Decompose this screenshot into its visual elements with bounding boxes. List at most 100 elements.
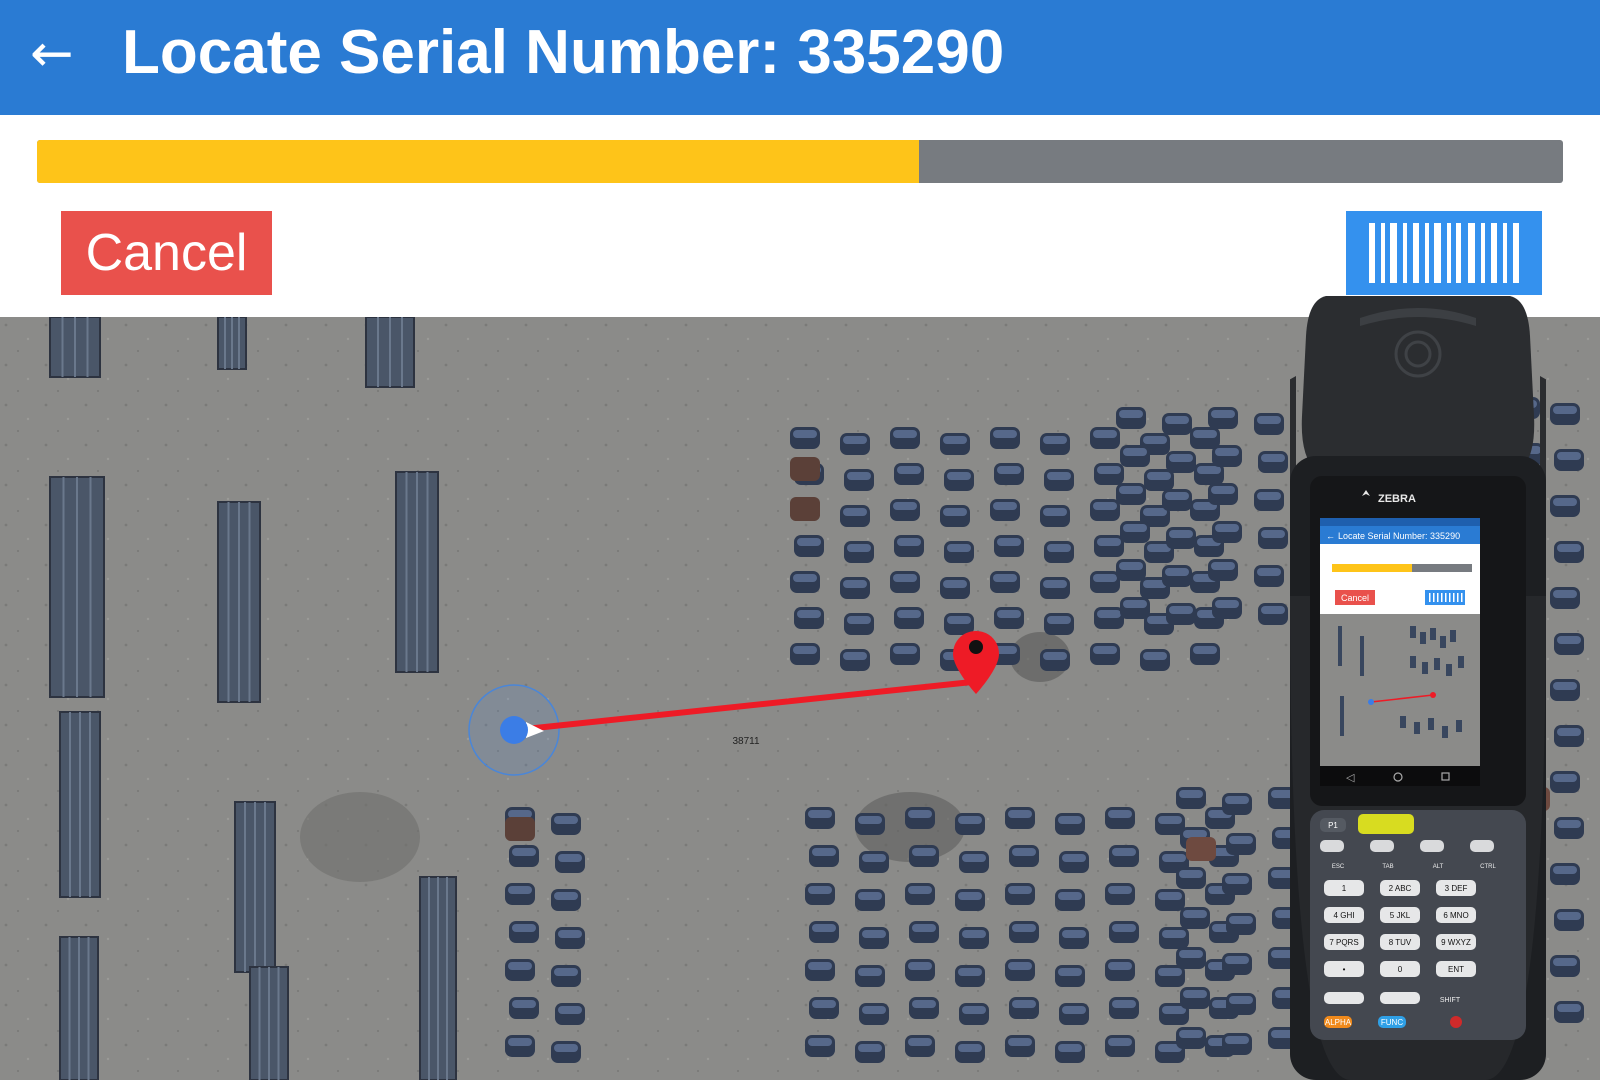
svg-text:3 DEF: 3 DEF [1445, 884, 1468, 893]
svg-text:◁: ◁ [1346, 771, 1355, 784]
device-key: 5 JKL [1380, 907, 1420, 923]
coil-stack [909, 921, 939, 943]
coil-stack [1144, 469, 1174, 491]
coil-stack [1116, 559, 1146, 581]
device-key: ALPHA [1324, 1016, 1352, 1028]
coil-stack [1140, 649, 1170, 671]
coil-stack [1162, 565, 1192, 587]
rust-coil [790, 457, 820, 481]
coil-stack [1090, 499, 1120, 521]
coil-stack [944, 613, 974, 635]
device-key [1380, 992, 1420, 1004]
locate-progress-bar [37, 140, 1563, 183]
coil-stack [890, 571, 920, 593]
coil-stack [905, 1035, 935, 1057]
svg-text:5 JKL: 5 JKL [1390, 911, 1411, 920]
coil-stack [509, 845, 539, 867]
progress-fill [37, 140, 920, 183]
coil-stack [959, 927, 989, 949]
coil-stack [1090, 571, 1120, 593]
coil-stack [1222, 793, 1252, 815]
device-key: 7 PQRS [1324, 934, 1364, 950]
coil-stack [1105, 883, 1135, 905]
coil-stack [1059, 927, 1089, 949]
coil-stack [1190, 427, 1220, 449]
coil-stack [1254, 489, 1284, 511]
coil-stack [905, 883, 935, 905]
device-key [1420, 840, 1444, 852]
coil-stack [894, 607, 924, 629]
ground-stain [300, 792, 420, 882]
coil-stack [844, 469, 874, 491]
coil-stack [1044, 613, 1074, 635]
back-arrow-icon[interactable]: ← [30, 28, 74, 80]
coil-stack [555, 1003, 585, 1025]
coil-stack [844, 613, 874, 635]
coil-stack [1055, 965, 1085, 987]
barcode-icon [1369, 223, 1519, 283]
coil-stack [855, 965, 885, 987]
coil-stack [555, 851, 585, 873]
coil-stack [890, 499, 920, 521]
coil-stack [1226, 993, 1256, 1015]
coil-stack [959, 1003, 989, 1025]
coil-stack [994, 607, 1024, 629]
handheld-device-illustration: ZEBRA ← Locate Serial Number: 335290 Can… [1278, 296, 1558, 1080]
coil-stack [509, 997, 539, 1019]
coil-stack [1040, 649, 1070, 671]
handheld-device-svg: ZEBRA ← Locate Serial Number: 335290 Can… [1278, 296, 1558, 1080]
coil-stack [555, 927, 585, 949]
coil-stack [859, 1003, 889, 1025]
coil-stack [509, 921, 539, 943]
coil-stack [909, 997, 939, 1019]
coil-stack [955, 889, 985, 911]
coil-stack [1120, 597, 1150, 619]
coil-stack [1105, 959, 1135, 981]
coil-stack [551, 1041, 581, 1063]
device-key: • [1324, 961, 1364, 977]
coil-stack [990, 571, 1020, 593]
svg-text:•: • [1343, 965, 1346, 974]
coil-stack [905, 959, 935, 981]
coil-stack [1176, 1027, 1206, 1049]
coil-stack [1550, 587, 1580, 609]
svg-text:1: 1 [1342, 884, 1347, 893]
coil-stack [1090, 643, 1120, 665]
device-key [1370, 840, 1394, 852]
device-key [1324, 992, 1364, 1004]
barcode-scan-button[interactable] [1346, 211, 1542, 295]
svg-text:ENT: ENT [1448, 965, 1464, 974]
coil-stack [1190, 643, 1220, 665]
device-key-label: ESC [1332, 864, 1345, 870]
device-key: 6 MNO [1436, 907, 1476, 923]
coil-stack [1222, 953, 1252, 975]
svg-text:2 ABC: 2 ABC [1389, 884, 1412, 893]
cancel-button[interactable]: Cancel [61, 211, 272, 295]
svg-text:ALPHA: ALPHA [1325, 1018, 1352, 1027]
coil-stack [1159, 927, 1189, 949]
coil-stack [809, 997, 839, 1019]
coil-stack [1550, 495, 1580, 517]
device-key-label: ALT [1433, 864, 1444, 870]
device-key [1320, 840, 1344, 852]
coil-stack [1005, 807, 1035, 829]
coil-stack [855, 1041, 885, 1063]
coil-stack [890, 643, 920, 665]
coil-stack [1009, 845, 1039, 867]
coil-stack [944, 541, 974, 563]
device-key: 9 WXYZ [1436, 934, 1476, 950]
device-screen-title: Locate Serial Number: 335290 [1338, 531, 1460, 541]
coil-stack [1208, 559, 1238, 581]
coil-stack [1550, 403, 1580, 425]
coil-stack [1094, 607, 1124, 629]
device-key-label: CTRL [1480, 864, 1496, 870]
coil-stack [1120, 521, 1150, 543]
coil-stack [1162, 413, 1192, 435]
coil-stack [955, 965, 985, 987]
device-key: 4 GHI [1324, 907, 1364, 923]
coil-stack [1166, 603, 1196, 625]
coil-stack [1226, 913, 1256, 935]
coil-stack [1554, 909, 1584, 931]
coil-stack [859, 927, 889, 949]
coil-stack [890, 427, 920, 449]
